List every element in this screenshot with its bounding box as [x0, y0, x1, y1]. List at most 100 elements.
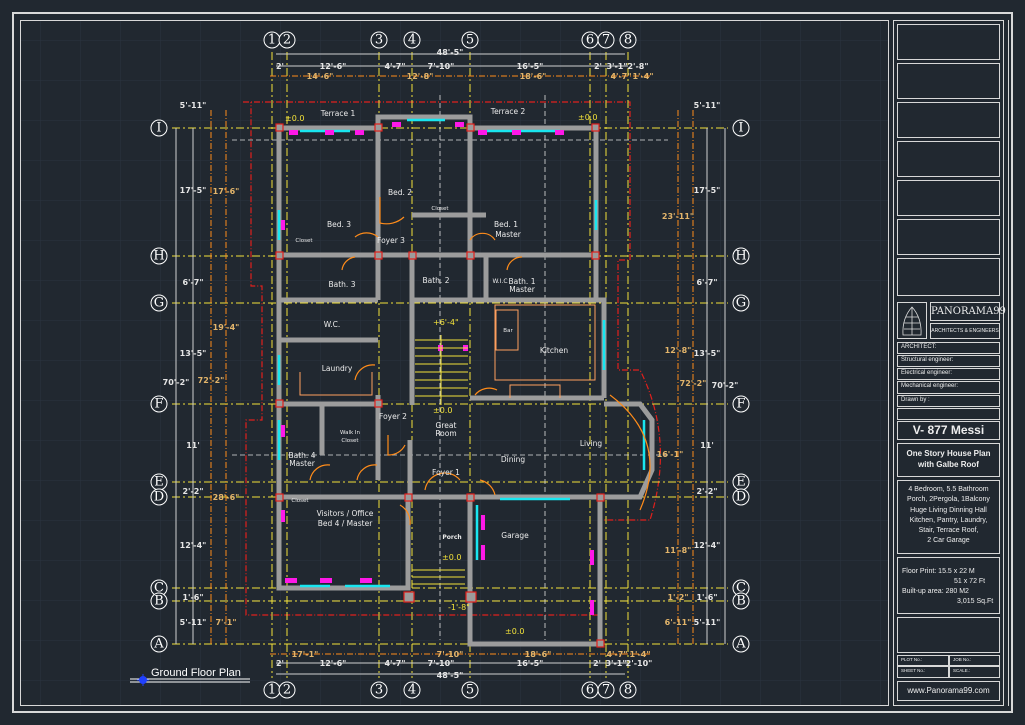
grid-row-H-right: H: [735, 249, 746, 264]
dim-right: 17'-5": [694, 186, 721, 195]
dim-top: 2': [594, 62, 602, 71]
dim-top-orange: 4'-7": [610, 72, 631, 81]
grid-row-F: F: [154, 397, 163, 412]
field-electrical: Electrical engineer:: [897, 368, 1000, 380]
floor-area-info: Floor Print: 15.5 x 22 M 51 x 72 Ft Buil…: [897, 557, 1000, 614]
room-living: Living: [580, 439, 603, 448]
field-drawn-by: Drawn by :: [897, 395, 1000, 407]
dim-left: 1'-6": [182, 593, 203, 602]
room-foyer-2: Foyer 2: [379, 412, 407, 421]
logo-icon: [902, 306, 922, 336]
dim-bottom-overall: 48'-5": [437, 671, 464, 680]
grid-col-4-bottom: 4: [408, 683, 416, 698]
dim-right-orange: 1'-2": [667, 593, 688, 602]
field-structural: Structural engineer:: [897, 355, 1000, 367]
room-great-room-2: Room: [435, 429, 456, 438]
description-line: 4 Bedroom, 5.5 Bathroom: [908, 486, 989, 493]
room-walkin-closet-2: Closet: [341, 438, 359, 444]
company-subtitle: ARCHITECTS & ENGINEERS: [930, 323, 1000, 339]
builtup-area-ft: 3,015 Sq.Ft: [957, 598, 994, 605]
dim-right-orange: 23'-11": [662, 212, 694, 221]
grid-row-F-right: F: [736, 397, 745, 412]
room-bed-2: Bed. 2: [388, 188, 412, 197]
dim-left: 2'-2": [182, 487, 203, 496]
room-closet: Closet: [295, 238, 313, 244]
grid-row-H: H: [153, 249, 164, 264]
grid-row-I-right: I: [738, 121, 743, 136]
subtitle-line: One Story House Plan: [906, 449, 991, 458]
dim-bottom: 2'-10": [626, 659, 653, 668]
room-kitchen: Kitchen: [540, 346, 568, 355]
dim-right-orange: 6'-11": [665, 618, 692, 627]
dim-bottom: 3'-1": [605, 659, 626, 668]
dim-top: 12'-6": [320, 62, 347, 71]
dim-left: 5'-11": [180, 618, 207, 627]
builtup-area: Built-up area: 280 M2: [902, 588, 969, 595]
level-mark: ±0.0: [505, 627, 524, 636]
room-foyer-3: Foyer 3: [377, 236, 405, 245]
grid-col-7-bottom: 7: [602, 683, 610, 698]
dim-right: 12'-4": [694, 541, 721, 550]
level-mark: -1'-8": [448, 603, 470, 612]
dim-bottom: 16'-5": [517, 659, 544, 668]
dim-bottom: 4'-7": [384, 659, 405, 668]
plan-code: V- 877 Messi: [897, 421, 1000, 440]
tb-empty-cell: [897, 141, 1000, 177]
level-mark: +6'-4": [433, 318, 459, 327]
dim-left: 5'-11": [180, 101, 207, 110]
floor-print-ft: 51 x 72 Ft: [954, 578, 986, 585]
grid-col-5-bottom: 5: [466, 683, 474, 698]
dim-top: 4'-7": [384, 62, 405, 71]
dim-left-orange: 19'-4": [213, 323, 240, 332]
dim-bottom-orange: 4'-7": [606, 650, 627, 659]
dim-bottom: 2': [593, 659, 601, 668]
description-line: 2 Car Garage: [927, 537, 970, 545]
grid-col-3-bottom: 3: [375, 683, 383, 698]
grid-col-6-bottom: 6: [586, 683, 594, 698]
grid-row-G: G: [154, 296, 164, 311]
floor-plan-drawing[interactable]: 1 2 3 4 5 6 7 8 1 2 3 4 5 6 7 8 I H G F …: [0, 0, 1025, 725]
grid-row-A: A: [153, 637, 164, 652]
description-line: Stair, Terrace Roof,: [918, 527, 979, 535]
description-line: Porch, 2Pergola, 1Balcony: [907, 496, 990, 504]
dim-right-orange: 72'-2": [680, 379, 707, 388]
dim-left-overall: 70'-2": [163, 378, 190, 387]
plan-description: 4 Bedroom, 5.5 Bathroom Porch, 2Pergola,…: [897, 480, 1000, 554]
grid-col-6: 6: [586, 33, 594, 48]
room-closet: Closet: [431, 206, 449, 212]
dim-left: 17'-5": [180, 186, 207, 195]
room-wic: W.I.C: [492, 278, 507, 285]
grid-col-1: 1: [268, 33, 276, 48]
tb-empty-cell: [897, 219, 1000, 255]
room-laundry: Laundry: [322, 364, 353, 373]
website-link[interactable]: www.Panorama99.com: [897, 681, 1000, 701]
room-bath-2: Bath. 2: [423, 276, 450, 285]
dim-left: 6'-7": [182, 278, 203, 287]
floor-print: Floor Print: 15.5 x 22 M: [902, 568, 975, 575]
room-foyer-1: Foyer 1: [432, 468, 460, 477]
dim-bottom-orange: 17'-1": [292, 650, 319, 659]
frame-right-rule: [1008, 20, 1009, 706]
room-wc: W.C.: [324, 320, 341, 329]
company-logo: [897, 302, 927, 339]
plan-subtitle: One Story House Plan with Galbe Roof: [897, 443, 1000, 477]
dim-left-orange: 7'-1": [215, 618, 236, 627]
dim-left: 12'-4": [180, 541, 207, 550]
grid-row-E: E: [154, 475, 164, 490]
room-porch: Porch: [442, 534, 461, 541]
plan-title: Ground Floor Plan: [151, 667, 241, 679]
sheet-no: SHEET No.:: [897, 666, 949, 678]
grid-row-A-right: A: [735, 637, 746, 652]
dim-top: 7'-10": [428, 62, 455, 71]
field-architect: ARCHITECT:: [897, 342, 1000, 354]
tb-empty-cell: [897, 63, 1000, 99]
room-garage: Garage: [501, 531, 529, 540]
grid-col-3: 3: [375, 33, 383, 48]
dim-top-orange: 14'-6": [307, 72, 334, 81]
tb-empty-cell: [897, 617, 1000, 653]
grid-col-2: 2: [283, 33, 291, 48]
dim-right-orange: 11'-8": [665, 546, 692, 555]
dim-bottom-orange: 18'-6": [525, 650, 552, 659]
grid-row-I: I: [156, 121, 161, 136]
title-block: PANORAMA99 ARCHITECTS & ENGINEERS ARCHIT…: [893, 20, 1006, 706]
